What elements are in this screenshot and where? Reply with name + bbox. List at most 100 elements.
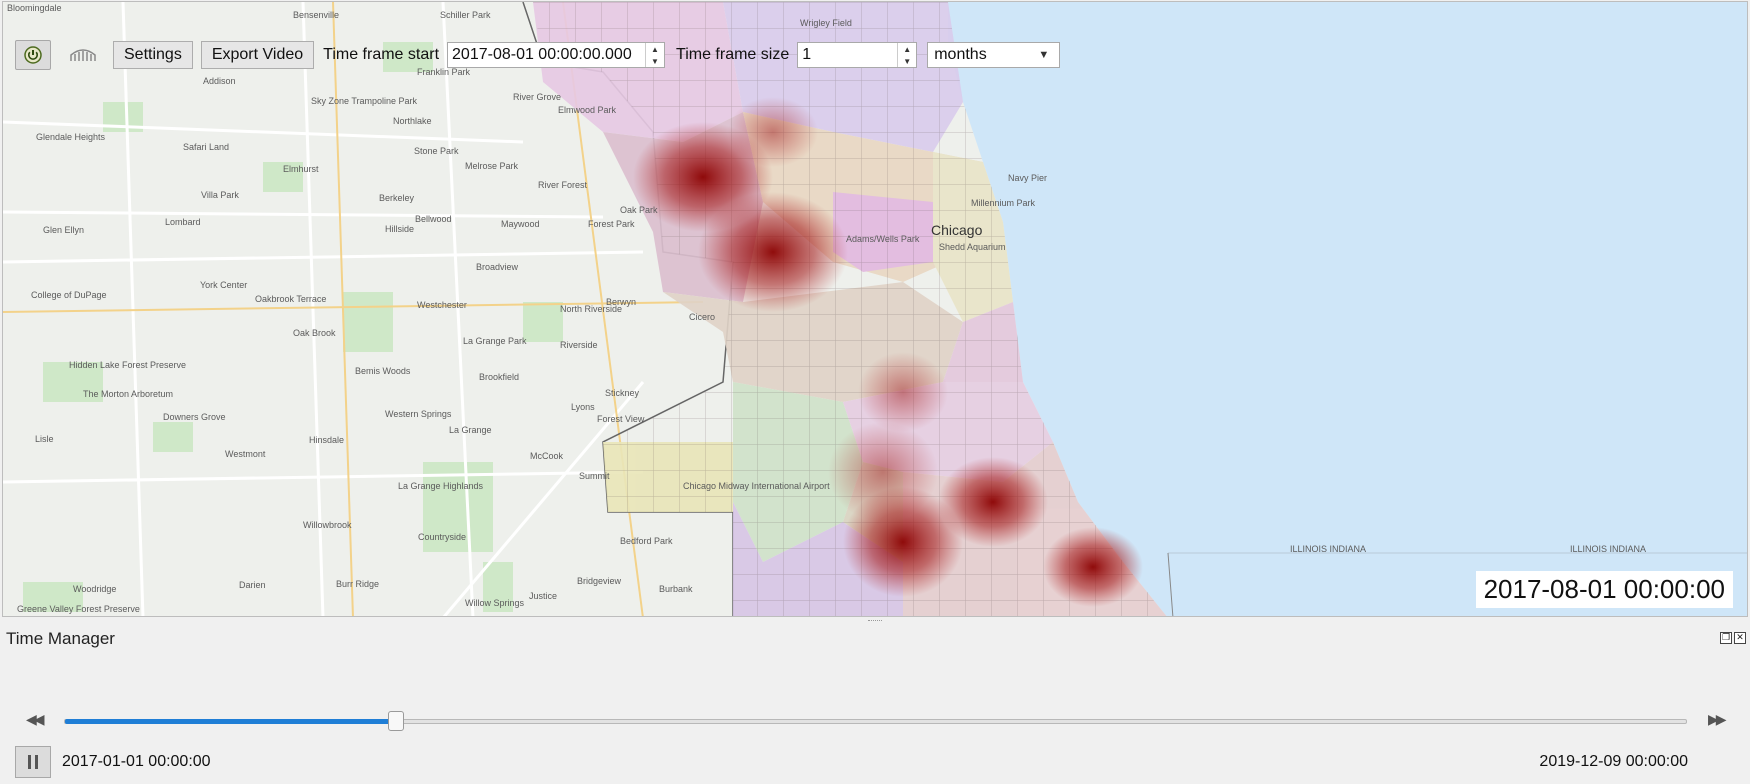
- map-place-label: ILLINOIS INDIANA: [1570, 544, 1646, 554]
- map-place-label: Brookfield: [479, 372, 519, 382]
- panel-title: Time Manager: [6, 629, 115, 648]
- time-slider-fill: [65, 719, 390, 724]
- chevron-down-icon: ▼: [1038, 49, 1050, 61]
- map-place-label: La Grange Park: [463, 336, 527, 346]
- map-place-label: Oak Park: [620, 205, 658, 215]
- map-place-label: Adams/Wells Park: [846, 234, 920, 244]
- map-place-label: Downers Grove: [163, 412, 226, 422]
- map-place-label: Bensenville: [293, 10, 339, 20]
- map-place-label: Hidden Lake Forest Preserve: [69, 360, 186, 370]
- range-end-date: 2019-12-09 00:00:00: [1539, 753, 1688, 770]
- map-place-label: Navy Pier: [1008, 173, 1047, 183]
- archaeology-mode-button[interactable]: [65, 40, 101, 70]
- map-place-label: Elmwood Park: [558, 105, 617, 115]
- map-place-label: Glendale Heights: [36, 132, 106, 142]
- map-place-label: Berkeley: [379, 193, 415, 203]
- map-place-label: River Grove: [513, 92, 561, 102]
- map-place-label: Westchester: [417, 300, 467, 310]
- bridge-icon: [70, 49, 96, 61]
- export-video-button[interactable]: Export Video: [200, 41, 315, 69]
- map-place-label: Justice: [529, 591, 557, 601]
- map-place-label: Safari Land: [183, 142, 229, 152]
- map-place-label: Schiller Park: [440, 10, 491, 20]
- spin-down-icon[interactable]: ▼: [646, 55, 664, 67]
- pause-button[interactable]: [15, 746, 51, 778]
- power-toggle-button[interactable]: [15, 40, 51, 70]
- map-place-label: College of DuPage: [31, 290, 107, 300]
- time-frame-start-spinner[interactable]: ▲ ▼: [645, 43, 664, 67]
- time-frame-start-input[interactable]: 2017-08-01 00:00:00.000 ▲ ▼: [447, 42, 666, 68]
- map-place-label: Hinsdale: [309, 435, 344, 445]
- playback-row: 2017-01-01 00:00:00 2019-12-09 00:00:00: [0, 746, 1750, 778]
- time-frame-size-input[interactable]: 1 ▲ ▼: [797, 42, 918, 68]
- map-place-label: Bridgeview: [577, 576, 622, 586]
- map-timestamp: 2017-08-01 00:00:00: [1475, 571, 1733, 608]
- pause-icon-bar: [35, 755, 38, 769]
- map-place-label: Forest View: [597, 414, 645, 424]
- map-place-label: Westmont: [225, 449, 266, 459]
- map-place-label: Forest Park: [588, 219, 635, 229]
- map-place-label: Lyons: [571, 402, 595, 412]
- map-place-label: Addison: [203, 76, 236, 86]
- spin-up-icon[interactable]: ▲: [898, 43, 916, 55]
- map-place-label: Summit: [579, 471, 610, 481]
- map-place-label: Lombard: [165, 217, 201, 227]
- skip-forward-icon[interactable]: ▶▶: [1708, 711, 1726, 728]
- map-place-label: Burr Ridge: [336, 579, 379, 589]
- map-place-label: River Forest: [538, 180, 588, 190]
- time-slider[interactable]: [64, 711, 1687, 731]
- map-place-label: Oakbrook Terrace: [255, 294, 326, 304]
- map-place-label: Sky Zone Trampoline Park: [311, 96, 418, 106]
- spin-down-icon[interactable]: ▼: [898, 55, 916, 67]
- map-place-label: Cicero: [689, 312, 715, 322]
- map-place-label: Greene Valley Forest Preserve: [17, 604, 140, 614]
- time-frame-start-label: Time frame start: [323, 46, 440, 63]
- map-place-label: Melrose Park: [465, 161, 519, 171]
- map-place-label: Maywood: [501, 219, 540, 229]
- time-manager-toolbar: Settings Export Video Time frame start 2…: [15, 40, 1061, 70]
- spin-up-icon[interactable]: ▲: [646, 43, 664, 55]
- map-place-label: The Morton Arboretum: [83, 389, 173, 399]
- map-place-label: Villa Park: [201, 190, 239, 200]
- map-place-label: Bloomingdale: [7, 3, 62, 13]
- map-place-label: McCook: [530, 451, 564, 461]
- map-place-label: La Grange Highlands: [398, 481, 484, 491]
- time-unit-select[interactable]: months ▼: [927, 42, 1061, 68]
- map-place-label: ILLINOIS INDIANA: [1290, 544, 1366, 554]
- map-place-label: Glen Ellyn: [43, 225, 84, 235]
- map-place-label: Stickney: [605, 388, 640, 398]
- map-place-label: Broadview: [476, 262, 519, 272]
- skip-back-icon[interactable]: ◀◀: [26, 711, 44, 728]
- map-place-label: Northlake: [393, 116, 432, 126]
- map-place-label: North Riverside: [560, 304, 622, 314]
- close-panel-icon[interactable]: ✕: [1734, 632, 1746, 644]
- time-unit-value: months: [934, 46, 987, 63]
- map-place-label: Hillside: [385, 224, 414, 234]
- map-place-label: Elmhurst: [283, 164, 319, 174]
- map-place-label: Willow Springs: [465, 598, 525, 608]
- map-place-label: Wrigley Field: [800, 18, 852, 28]
- map-place-label: Darien: [239, 580, 266, 590]
- map-place-label: Shedd Aquarium: [939, 242, 1006, 252]
- map-place-label: Lisle: [35, 434, 54, 444]
- map-place-label: Bellwood: [415, 214, 452, 224]
- map-place-label: York Center: [200, 280, 247, 290]
- settings-button[interactable]: Settings: [113, 41, 193, 69]
- timeline-row: ◀◀ ▶▶: [0, 706, 1750, 734]
- time-frame-start-value: 2017-08-01 00:00:00.000: [452, 46, 632, 63]
- map-canvas[interactable]: Bloomingdale Bensenville Schiller Park Fran…: [2, 1, 1748, 617]
- time-frame-size-spinner[interactable]: ▲ ▼: [897, 43, 916, 67]
- map-place-label: Oak Brook: [293, 328, 336, 338]
- map-place-label: Countryside: [418, 532, 466, 542]
- range-start-date: 2017-01-01 00:00:00: [62, 753, 211, 770]
- map-place-label: Chicago: [931, 222, 983, 238]
- time-slider-handle[interactable]: [388, 711, 404, 731]
- map-graphic: BloomingdaleBensenville Schiller ParkFran…: [3, 2, 1747, 616]
- map-place-label: Riverside: [560, 340, 598, 350]
- map-place-label: Western Springs: [385, 409, 452, 419]
- map-place-label: Burbank: [659, 584, 693, 594]
- map-place-label: La Grange: [449, 425, 492, 435]
- map-place-label: Woodridge: [73, 584, 116, 594]
- float-panel-icon[interactable]: ❐: [1720, 632, 1732, 644]
- time-frame-size-value: 1: [802, 46, 812, 63]
